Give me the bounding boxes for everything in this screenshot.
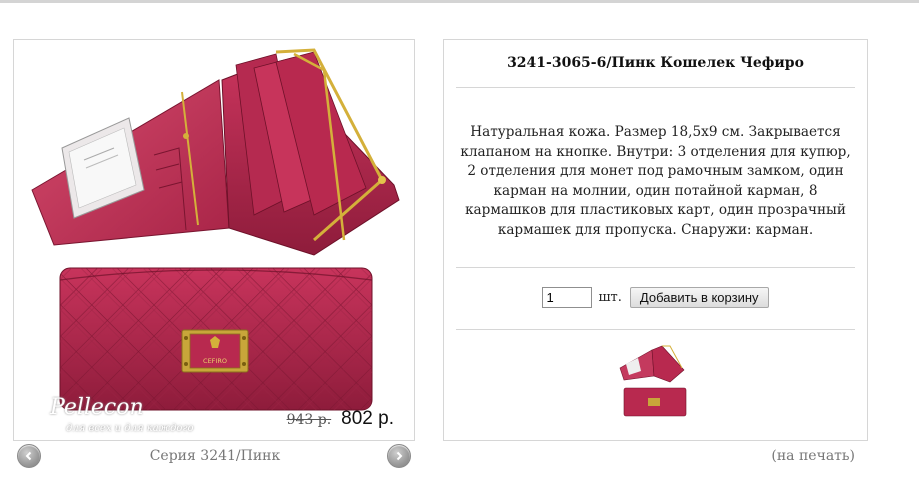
quantity-input[interactable] bbox=[542, 287, 593, 308]
add-to-cart-button[interactable]: Добавить в корзину bbox=[629, 287, 769, 308]
watermark-text: Pellecon bbox=[50, 395, 144, 420]
quantity-unit: шт. bbox=[598, 290, 622, 305]
add-to-cart-form: шт. Добавить в корзину bbox=[444, 287, 867, 308]
print-link[interactable]: (на печать) bbox=[771, 448, 855, 464]
chevron-right-icon bbox=[396, 451, 403, 461]
price-block: 943 р. 802 р. bbox=[287, 408, 394, 430]
old-price: 943 р. bbox=[286, 412, 332, 428]
series-label: Серия 3241/Пинк bbox=[149, 448, 281, 464]
previous-image-button[interactable] bbox=[17, 444, 41, 468]
current-price: 802 р. bbox=[341, 408, 394, 429]
product-image[interactable]: CEFIRO Pellecon для всех и для каждого 9… bbox=[13, 39, 415, 441]
chevron-left-icon bbox=[25, 451, 32, 461]
divider bbox=[456, 87, 855, 88]
top-border bbox=[0, 0, 919, 3]
watermark-slogan: для всех и для каждого bbox=[66, 423, 194, 434]
product-description: Натуральная кожа. Размер 18,5х9 см. Закр… bbox=[460, 124, 851, 238]
divider bbox=[456, 329, 855, 330]
product-thumbnail[interactable] bbox=[614, 342, 698, 422]
product-title: 3241-3065-6/Пинк Кошелек Чефиро bbox=[507, 55, 804, 71]
divider bbox=[456, 267, 855, 268]
next-image-button[interactable] bbox=[387, 444, 411, 468]
product-info-panel: 3241-3065-6/Пинк Кошелек Чефиро Натураль… bbox=[443, 39, 868, 441]
